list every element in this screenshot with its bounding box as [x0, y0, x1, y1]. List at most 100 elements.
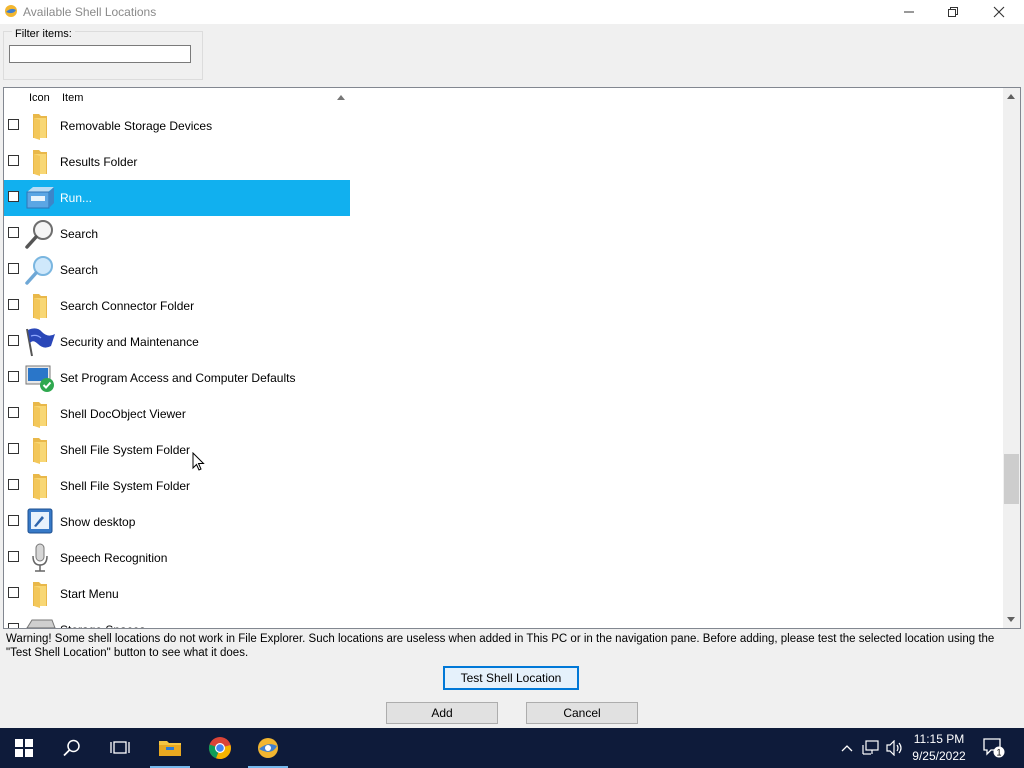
action-center-button[interactable]: 1: [980, 728, 1008, 768]
app-icon: [5, 5, 17, 17]
list-item-label: Search: [60, 263, 99, 277]
restore-icon: [948, 7, 958, 17]
column-header-item[interactable]: Item: [62, 92, 83, 104]
list-item[interactable]: Search: [4, 216, 1004, 252]
network-icon: [862, 740, 879, 755]
chrome-taskbar-button[interactable]: [196, 728, 244, 768]
item-checkbox[interactable]: [8, 263, 19, 274]
taskbar-clock[interactable]: 11:15 PM 9/25/2022: [905, 731, 973, 765]
task-view-button[interactable]: [96, 728, 144, 768]
warning-text: Warning! Some shell locations do not wor…: [6, 633, 995, 659]
list-item[interactable]: Search Connector Folder: [4, 288, 1004, 324]
microphone-icon: [32, 543, 48, 572]
item-checkbox[interactable]: [8, 371, 19, 382]
test-shell-location-button[interactable]: Test Shell Location: [443, 666, 579, 690]
speaker-icon: [886, 740, 902, 756]
filter-input[interactable]: [9, 45, 191, 63]
list-rows: Removable Storage Devices Results Folder R…: [4, 108, 1004, 628]
item-checkbox[interactable]: [8, 407, 19, 418]
list-item[interactable]: Set Program Access and Computer Defaults: [4, 360, 1004, 396]
cancel-button[interactable]: Cancel: [526, 702, 638, 724]
list-item-label: Results Folder: [60, 155, 138, 169]
taskbar-search-button[interactable]: [48, 728, 96, 768]
column-header-icon[interactable]: Icon: [29, 92, 50, 104]
list-item[interactable]: Start Menu: [4, 576, 1004, 612]
clock-time: 11:15 PM: [913, 732, 965, 746]
notification-count: 1: [996, 748, 1001, 758]
folder-icon: [33, 294, 47, 320]
list-item[interactable]: Storage Spaces: [4, 612, 1004, 628]
item-checkbox[interactable]: [8, 155, 19, 166]
item-checkbox[interactable]: [8, 551, 19, 562]
scrollbar-thumb[interactable]: [1004, 454, 1019, 504]
list-item[interactable]: Removable Storage Devices: [4, 108, 1004, 144]
list-item-label: Shell DocObject Viewer: [60, 407, 186, 421]
mouse-cursor-icon: [192, 452, 205, 471]
run-dialog-icon: [26, 187, 54, 209]
list-item[interactable]: Results Folder: [4, 144, 1004, 180]
magnifier-light-icon: [25, 256, 53, 285]
item-checkbox[interactable]: [8, 299, 19, 310]
folder-icon: [33, 438, 47, 464]
list-item-label: Start Menu: [60, 587, 119, 601]
list-item-label: Search Connector Folder: [60, 299, 195, 313]
item-checkbox[interactable]: [8, 515, 19, 526]
magnifier-icon: [25, 220, 53, 249]
show-desktop-icon: [27, 508, 53, 534]
list-item-label: Search: [60, 227, 99, 241]
list-item[interactable]: Search: [4, 252, 1004, 288]
folder-icon: [33, 150, 47, 176]
item-checkbox[interactable]: [8, 227, 19, 238]
start-icon: [15, 739, 33, 757]
shell-locations-list[interactable]: Icon Item Removable Storage Devices Resul…: [3, 87, 1021, 629]
list-item[interactable]: Shell File System Folder: [4, 468, 1004, 504]
taskbar: 11:15 PM 9/25/2022 1: [0, 728, 1024, 768]
list-item-label: Speech Recognition: [60, 551, 168, 565]
item-checkbox[interactable]: [8, 479, 19, 490]
minimize-icon: [904, 11, 914, 13]
task-view-icon: [110, 741, 130, 754]
flag-icon: [26, 328, 55, 357]
item-checkbox[interactable]: [8, 191, 19, 202]
item-checkbox[interactable]: [8, 443, 19, 454]
minimize-button[interactable]: [886, 0, 932, 24]
item-checkbox[interactable]: [8, 119, 19, 130]
folder-icon: [33, 402, 47, 428]
list-item[interactable]: Shell DocObject Viewer: [4, 396, 1004, 432]
list-item[interactable]: Shell File System Folder: [4, 432, 1004, 468]
clock-date: 9/25/2022: [912, 749, 966, 763]
list-item[interactable]: Security and Maintenance: [4, 324, 1004, 360]
scroll-up-icon[interactable]: [1007, 94, 1015, 99]
title-bar: Available Shell Locations: [0, 0, 1024, 24]
scroll-down-icon[interactable]: [1007, 617, 1015, 622]
vertical-scrollbar[interactable]: [1003, 88, 1020, 628]
sort-ascending-icon: [337, 95, 345, 100]
network-button[interactable]: [860, 728, 882, 768]
item-checkbox[interactable]: [8, 335, 19, 346]
volume-button[interactable]: [884, 728, 906, 768]
winaero-tweaker-taskbar-button[interactable]: [244, 728, 292, 768]
chevron-up-icon: [841, 745, 853, 752]
folder-icon: [33, 474, 47, 500]
list-item[interactable]: Speech Recognition: [4, 540, 1004, 576]
start-button[interactable]: [0, 728, 48, 768]
list-item[interactable]: Run...: [4, 180, 1004, 216]
close-button[interactable]: [976, 0, 1022, 24]
program-defaults-icon: [25, 365, 54, 392]
search-icon: [63, 739, 80, 757]
folder-icon: [33, 114, 47, 140]
chrome-icon: [208, 737, 231, 760]
list-item-label: Security and Maintenance: [60, 335, 199, 349]
list-item[interactable]: Show desktop: [4, 504, 1004, 540]
list-item-label: Show desktop: [60, 515, 136, 529]
file-explorer-taskbar-button[interactable]: [146, 728, 194, 768]
add-button[interactable]: Add: [386, 702, 498, 724]
item-checkbox[interactable]: [8, 623, 19, 628]
show-hidden-icons-button[interactable]: [836, 728, 858, 768]
winaero-tweaker-icon: [258, 738, 278, 758]
item-checkbox[interactable]: [8, 587, 19, 598]
restore-button[interactable]: [930, 0, 976, 24]
file-explorer-icon: [159, 741, 181, 756]
list-header: Icon Item: [4, 88, 1004, 110]
list-item-label: Shell File System Folder: [60, 479, 191, 493]
